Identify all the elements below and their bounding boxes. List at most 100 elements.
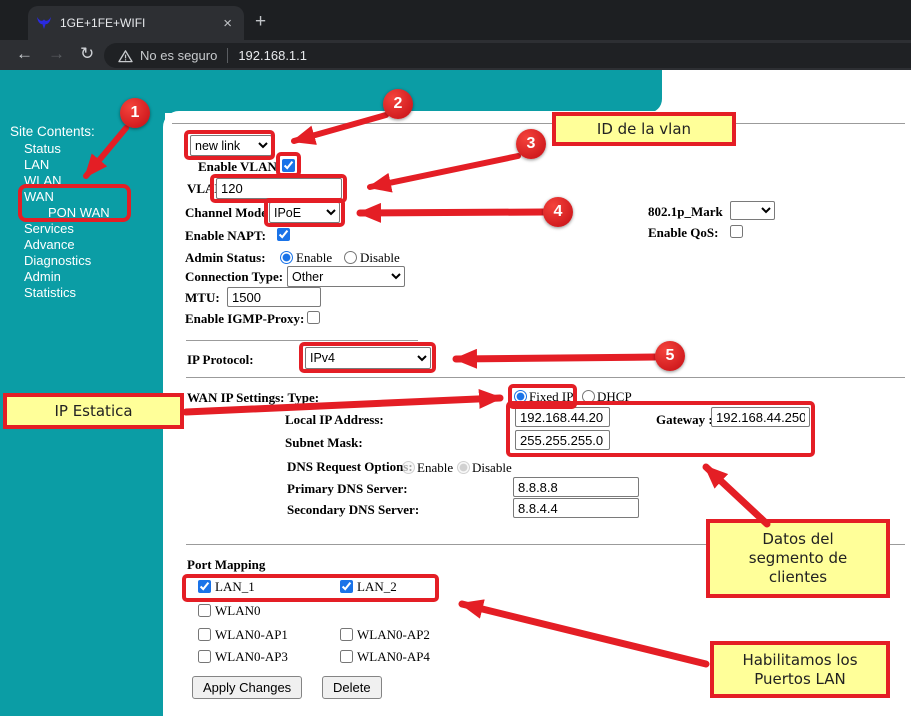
port-wlan0-ap3-label[interactable]: WLAN0-AP3 bbox=[215, 649, 288, 665]
connection-type-select[interactable]: Other bbox=[287, 266, 405, 287]
callout-lan-ports: Habilitamos los Puertos LAN bbox=[710, 641, 890, 698]
port-wlan0-ap2-label[interactable]: WLAN0-AP2 bbox=[357, 627, 430, 643]
admin-disable-radio[interactable] bbox=[344, 251, 357, 264]
callout-line: Habilitamos los bbox=[742, 651, 857, 670]
connection-type-label: Connection Type: bbox=[185, 269, 283, 285]
fixed-ip-radio[interactable] bbox=[514, 390, 527, 403]
port-wlan0-ap2-checkbox[interactable] bbox=[340, 628, 353, 641]
tab-close-icon[interactable]: × bbox=[219, 16, 236, 31]
enable-vlan-checkbox[interactable] bbox=[282, 159, 295, 172]
forward-icon[interactable]: → bbox=[48, 44, 65, 64]
port-wlan0-checkbox[interactable] bbox=[198, 604, 211, 617]
browser-tab-strip: 1GE+1FE+WIFI × + bbox=[0, 0, 911, 40]
step-circle-3: 3 bbox=[516, 129, 546, 159]
port-wlan0-ap4-label[interactable]: WLAN0-AP4 bbox=[357, 649, 430, 665]
sidebar-item-statistics[interactable]: Statistics bbox=[24, 285, 76, 300]
port-wlan0-ap1-label[interactable]: WLAN0-AP1 bbox=[215, 627, 288, 643]
secondary-dns-input[interactable] bbox=[513, 498, 639, 518]
dns-enable-option: Enable bbox=[417, 460, 453, 476]
p-mark-select[interactable] bbox=[730, 201, 775, 220]
sidebar-item-status[interactable]: Status bbox=[24, 141, 61, 156]
primary-dns-input[interactable] bbox=[513, 477, 639, 497]
admin-status-label: Admin Status: bbox=[185, 250, 266, 266]
dns-enable-radio bbox=[402, 461, 415, 474]
port-wlan0-ap1-checkbox[interactable] bbox=[198, 628, 211, 641]
sidebar-item-diagnostics[interactable]: Diagnostics bbox=[24, 253, 91, 268]
gateway-input[interactable] bbox=[711, 407, 810, 427]
step-circle-4: 4 bbox=[543, 197, 573, 227]
apply-changes-button[interactable]: Apply Changes bbox=[192, 676, 302, 699]
local-ip-input[interactable] bbox=[515, 407, 610, 427]
security-label[interactable]: No es seguro bbox=[140, 48, 217, 63]
sidebar-item-wan[interactable]: WAN bbox=[24, 189, 54, 204]
fixed-ip-option[interactable]: Fixed IP bbox=[529, 389, 573, 405]
url-divider bbox=[227, 48, 228, 63]
enable-napt-label: Enable NAPT: bbox=[185, 228, 266, 244]
admin-enable-radio[interactable] bbox=[280, 251, 293, 264]
ip-protocol-select[interactable]: IPv4 bbox=[305, 347, 431, 369]
port-mapping-title: Port Mapping bbox=[187, 557, 265, 573]
mtu-input[interactable] bbox=[227, 287, 321, 307]
port-wlan0-label[interactable]: WLAN0 bbox=[215, 603, 261, 619]
enable-qos-label: Enable QoS: bbox=[648, 225, 718, 241]
mtu-label: MTU: bbox=[185, 290, 220, 306]
dhcp-radio[interactable] bbox=[582, 390, 595, 403]
port-lan1-checkbox[interactable] bbox=[198, 580, 211, 593]
callout-line: clientes bbox=[769, 568, 827, 587]
sidebar-item-services[interactable]: Services bbox=[24, 221, 74, 236]
step-circle-2: 2 bbox=[383, 89, 413, 119]
callout-line: Datos del bbox=[762, 530, 833, 549]
gateway-label: Gateway : bbox=[656, 412, 713, 428]
port-lan2-checkbox[interactable] bbox=[340, 580, 353, 593]
vlan-id-input[interactable] bbox=[216, 178, 342, 199]
dns-options-label: DNS Request Options: bbox=[287, 459, 413, 475]
browser-tab[interactable]: 1GE+1FE+WIFI × bbox=[28, 6, 244, 40]
p-mark-label: 802.1p_Mark bbox=[648, 204, 723, 220]
port-wlan0-ap3-checkbox[interactable] bbox=[198, 650, 211, 663]
reload-icon[interactable]: ↻ bbox=[80, 44, 94, 64]
divider bbox=[186, 377, 905, 378]
dhcp-option[interactable]: DHCP bbox=[597, 389, 632, 405]
callout-static-ip-text: IP Estatica bbox=[54, 402, 132, 421]
callout-line: segmento de bbox=[749, 549, 848, 568]
sidebar-item-advance[interactable]: Advance bbox=[24, 237, 75, 252]
step-circle-5: 5 bbox=[655, 341, 685, 371]
callout-static-ip: IP Estatica bbox=[3, 393, 184, 429]
sidebar-item-pon-wan[interactable]: PON WAN bbox=[48, 205, 110, 220]
sidebar-item-wlan[interactable]: WLAN bbox=[24, 173, 62, 188]
not-secure-warning-icon bbox=[118, 49, 133, 63]
url-text[interactable]: 192.168.1.1 bbox=[238, 48, 307, 63]
back-icon[interactable]: ← bbox=[16, 44, 33, 64]
sidebar-item-lan[interactable]: LAN bbox=[24, 157, 49, 172]
dns-disable-radio bbox=[457, 461, 470, 474]
local-ip-label: Local IP Address: bbox=[285, 412, 384, 428]
new-tab-icon[interactable]: + bbox=[255, 12, 266, 31]
admin-disable-option[interactable]: Disable bbox=[360, 250, 400, 266]
sidebar-title: Site Contents: bbox=[10, 124, 95, 139]
port-lan2-label[interactable]: LAN_2 bbox=[357, 579, 397, 595]
secondary-dns-label: Secondary DNS Server: bbox=[287, 502, 419, 518]
enable-vlan-label: Enable VLAN: bbox=[198, 159, 281, 175]
port-wlan0-ap4-checkbox[interactable] bbox=[340, 650, 353, 663]
favicon bbox=[36, 15, 52, 31]
admin-enable-option[interactable]: Enable bbox=[296, 250, 332, 266]
callout-client-segment: Datos del segmento de clientes bbox=[706, 519, 890, 598]
delete-button[interactable]: Delete bbox=[322, 676, 382, 699]
port-lan1-label[interactable]: LAN_1 bbox=[215, 579, 255, 595]
url-bar[interactable]: No es seguro 192.168.1.1 bbox=[104, 43, 911, 68]
screen: 1GE+1FE+WIFI × + ← → ↻ No es seguro 192.… bbox=[0, 0, 911, 716]
enable-napt-checkbox[interactable] bbox=[277, 228, 290, 241]
enable-qos-checkbox[interactable] bbox=[730, 225, 743, 238]
link-select[interactable]: new link bbox=[190, 135, 272, 156]
callout-vlan-id: ID de la vlan bbox=[552, 112, 736, 146]
wan-ip-settings-label: WAN IP Settings: Type: bbox=[187, 390, 319, 406]
enable-igmp-checkbox[interactable] bbox=[307, 311, 320, 324]
divider bbox=[172, 123, 905, 124]
subnet-mask-label: Subnet Mask: bbox=[285, 435, 363, 451]
sidebar-item-admin[interactable]: Admin bbox=[24, 269, 61, 284]
subnet-mask-input[interactable] bbox=[515, 430, 610, 450]
divider bbox=[186, 340, 418, 341]
primary-dns-label: Primary DNS Server: bbox=[287, 481, 408, 497]
channel-mode-select[interactable]: IPoE bbox=[269, 202, 340, 223]
enable-igmp-label: Enable IGMP-Proxy: bbox=[185, 311, 304, 327]
